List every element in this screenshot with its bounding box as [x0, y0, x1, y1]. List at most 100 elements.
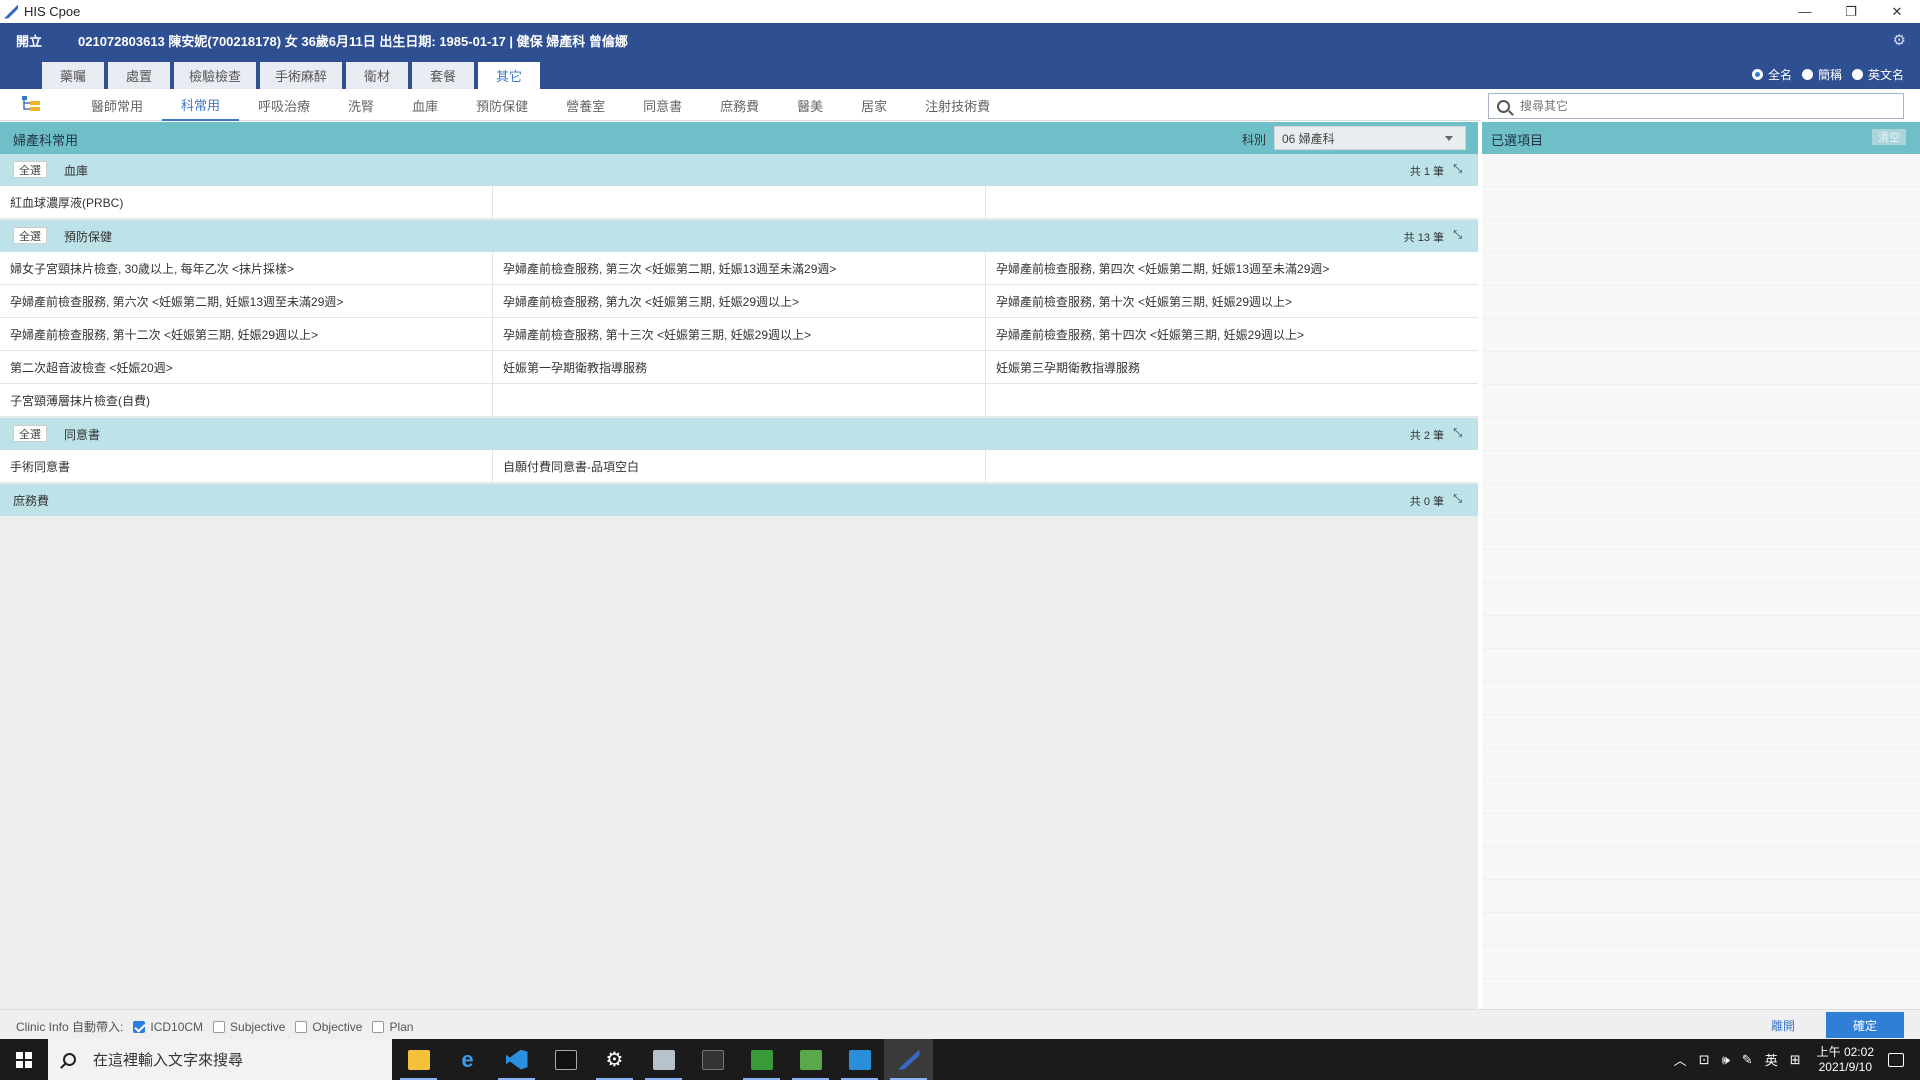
collapse-icon[interactable]: ⤡ [1453, 493, 1462, 506]
section-header-consent[interactable]: 全選 同意書 共 2 筆 ⤡ [0, 418, 1478, 450]
order-item[interactable]: 孕婦產前檢查服務, 第九次 <妊娠第三期, 妊娠29週以上> [493, 285, 986, 318]
collapse-icon[interactable]: ⤡ [1453, 229, 1462, 242]
order-item[interactable]: 妊娠第三孕期衛教指導服務 [986, 351, 1478, 384]
tab-medication[interactable]: 藥囑 [42, 62, 104, 89]
subtab-dialysis[interactable]: 洗腎 [329, 89, 393, 121]
clear-button[interactable]: 清空 [1872, 129, 1906, 145]
subtab-misc-fee[interactable]: 庶務費 [701, 89, 778, 121]
radio-short[interactable] [1801, 69, 1813, 80]
subtab-dept-common[interactable]: 科常用 [162, 89, 240, 121]
order-item[interactable]: 孕婦產前檢查服務, 第十四次 <妊娠第三期, 妊娠29週以上> [986, 318, 1478, 351]
select-all-button[interactable]: 全選 [13, 161, 47, 178]
pen-icon[interactable]: ✎ [1742, 1052, 1753, 1068]
green-app-icon[interactable] [737, 1039, 786, 1080]
subtab-home-care[interactable]: 居家 [842, 89, 906, 121]
subtab-preventive-care[interactable]: 預防保健 [457, 89, 547, 121]
section-grid-consent: 手術同意書 自願付費同意書-品項空白 [0, 450, 1478, 483]
order-item[interactable]: 孕婦產前檢查服務, 第四次 <妊娠第二期, 妊娠13週至未滿29週> [986, 252, 1478, 285]
checkbox-objective[interactable]: Objective [295, 1020, 362, 1034]
table-row: 第二次超音波檢查 <妊娠20週> 妊娠第一孕期衛教指導服務 妊娠第三孕期衛教指導… [0, 351, 1478, 384]
taskbar-search-text: 在這裡輸入文字來搜尋 [93, 1052, 244, 1069]
tab-other[interactable]: 其它 [478, 62, 540, 89]
order-item[interactable]: 妊娠第一孕期衛教指導服務 [493, 351, 986, 384]
subtab-consent[interactable]: 同意書 [624, 89, 701, 121]
order-item[interactable]: 自願付費同意書-品項空白 [493, 450, 986, 483]
subtab-blood-bank[interactable]: 血庫 [393, 89, 457, 121]
taskbar-search[interactable]: 在這裡輸入文字來搜尋 [48, 1039, 392, 1080]
order-item[interactable]: 子宮頸薄層抹片檢查(自費) [0, 384, 493, 417]
order-item[interactable]: 婦女子宮頸抹片檢查, 30歲以上, 每年乙次 <抹片採樣> [0, 252, 493, 285]
restore-icon[interactable]: ❐ [1828, 0, 1874, 23]
subtab-injection-fee[interactable]: 注射技術費 [906, 89, 1009, 121]
section-header-preventive-care[interactable]: 全選 預防保健 共 13 筆 ⤡ [0, 220, 1478, 252]
order-item[interactable]: 孕婦產前檢查服務, 第十三次 <妊娠第三期, 妊娠29週以上> [493, 318, 986, 351]
volume-icon[interactable]: 🕪 [1722, 1052, 1730, 1068]
search-input[interactable] [1520, 99, 1880, 113]
checkbox-plan[interactable]: Plan [372, 1020, 413, 1034]
checkbox-icon[interactable] [372, 1020, 385, 1033]
clock[interactable]: 上午 02:02 2021/9/10 [1817, 1045, 1874, 1075]
close-icon[interactable]: ✕ [1874, 0, 1920, 23]
network-icon[interactable]: ⊡ [1699, 1052, 1710, 1068]
start-button[interactable] [0, 1039, 48, 1080]
section-count: 共 2 筆 [1409, 430, 1444, 442]
checkbox-icd10cm[interactable]: ICD10CM [133, 1020, 203, 1034]
chevron-up-icon[interactable]: ︿ [1674, 1050, 1687, 1069]
command-prompt-icon[interactable] [541, 1039, 590, 1080]
checkbox-icon[interactable] [295, 1020, 308, 1033]
subtab-nutrition[interactable]: 營養室 [547, 89, 624, 121]
subtab-aesthetic[interactable]: 醫美 [778, 89, 842, 121]
ime-language[interactable]: 英 [1765, 1050, 1778, 1069]
order-item[interactable]: 紅血球濃厚液(PRBC) [0, 186, 493, 219]
tab-supplies[interactable]: 衛材 [346, 62, 408, 89]
search-box[interactable] [1488, 93, 1904, 119]
minimize-icon[interactable]: — [1782, 0, 1828, 23]
tab-package[interactable]: 套餐 [412, 62, 474, 89]
order-item[interactable]: 孕婦產前檢查服務, 第十二次 <妊娠第三期, 妊娠29週以上> [0, 318, 493, 351]
radio-english[interactable] [1851, 69, 1863, 80]
gear-icon[interactable]: ⚙ [1893, 31, 1906, 49]
section-grid-blood-bank: 紅血球濃厚液(PRBC) [0, 186, 1478, 219]
file-explorer-icon[interactable] [394, 1039, 443, 1080]
name-mode-full[interactable]: 全名 [1751, 66, 1792, 83]
leave-button[interactable]: 離開 [1771, 1017, 1795, 1034]
checkbox-subjective[interactable]: Subjective [213, 1020, 285, 1034]
section-header-blood-bank[interactable]: 全選 血庫 共 1 筆 ⤡ [0, 154, 1478, 186]
tab-surgery-anesthesia[interactable]: 手術麻醉 [260, 62, 342, 89]
settings-icon[interactable]: ⚙ [590, 1039, 639, 1080]
dept-select[interactable]: 06 婦產科 [1274, 126, 1466, 150]
section-header-misc-fee[interactable]: 庶務費 共 0 筆 ⤡ [0, 484, 1478, 516]
subtab-respiratory[interactable]: 呼吸治療 [239, 89, 329, 121]
ime-mode-icon[interactable]: ⊞ [1790, 1052, 1801, 1068]
notification-icon[interactable] [1888, 1052, 1904, 1067]
order-item[interactable]: 孕婦產前檢查服務, 第六次 <妊娠第二期, 妊娠13週至未滿29週> [0, 285, 493, 318]
green-app-icon[interactable] [786, 1039, 835, 1080]
subtab-doctor-common[interactable]: 醫師常用 [72, 89, 162, 121]
collapse-icon[interactable]: ⤡ [1453, 163, 1462, 176]
tab-lab-exam[interactable]: 檢驗檢查 [174, 62, 256, 89]
vscode-icon[interactable] [492, 1039, 541, 1080]
empty-cell [986, 450, 1478, 483]
order-item[interactable]: 第二次超音波檢查 <妊娠20週> [0, 351, 493, 384]
checkbox-icon[interactable] [213, 1020, 226, 1033]
name-mode-english[interactable]: 英文名 [1851, 66, 1904, 83]
select-all-button[interactable]: 全選 [13, 425, 47, 442]
radio-full[interactable] [1751, 69, 1763, 80]
order-item[interactable]: 手術同意書 [0, 450, 493, 483]
checkbox-checked-icon[interactable] [133, 1020, 146, 1033]
tree-toggle-icon[interactable] [22, 96, 40, 112]
collapse-icon[interactable]: ⤡ [1453, 427, 1462, 440]
terminal-icon[interactable] [688, 1039, 737, 1080]
his-cpoe-icon[interactable] [884, 1039, 933, 1080]
media-app-icon[interactable] [835, 1039, 884, 1080]
order-item[interactable]: 孕婦產前檢查服務, 第三次 <妊娠第二期, 妊娠13週至未滿29週> [493, 252, 986, 285]
confirm-button[interactable]: 確定 [1826, 1012, 1904, 1038]
sub-tabs-bar: 醫師常用 科常用 呼吸治療 洗腎 血庫 預防保健 營養室 同意書 庶務費 醫美 … [0, 89, 1480, 121]
empty-cell [493, 186, 986, 219]
order-item[interactable]: 孕婦產前檢查服務, 第十次 <妊娠第三期, 妊娠29週以上> [986, 285, 1478, 318]
tab-treatment[interactable]: 處置 [108, 62, 170, 89]
select-all-button[interactable]: 全選 [13, 227, 47, 244]
internet-explorer-icon[interactable]: e [443, 1039, 492, 1080]
printer-app-icon[interactable] [639, 1039, 688, 1080]
name-mode-short[interactable]: 簡稱 [1801, 66, 1842, 83]
